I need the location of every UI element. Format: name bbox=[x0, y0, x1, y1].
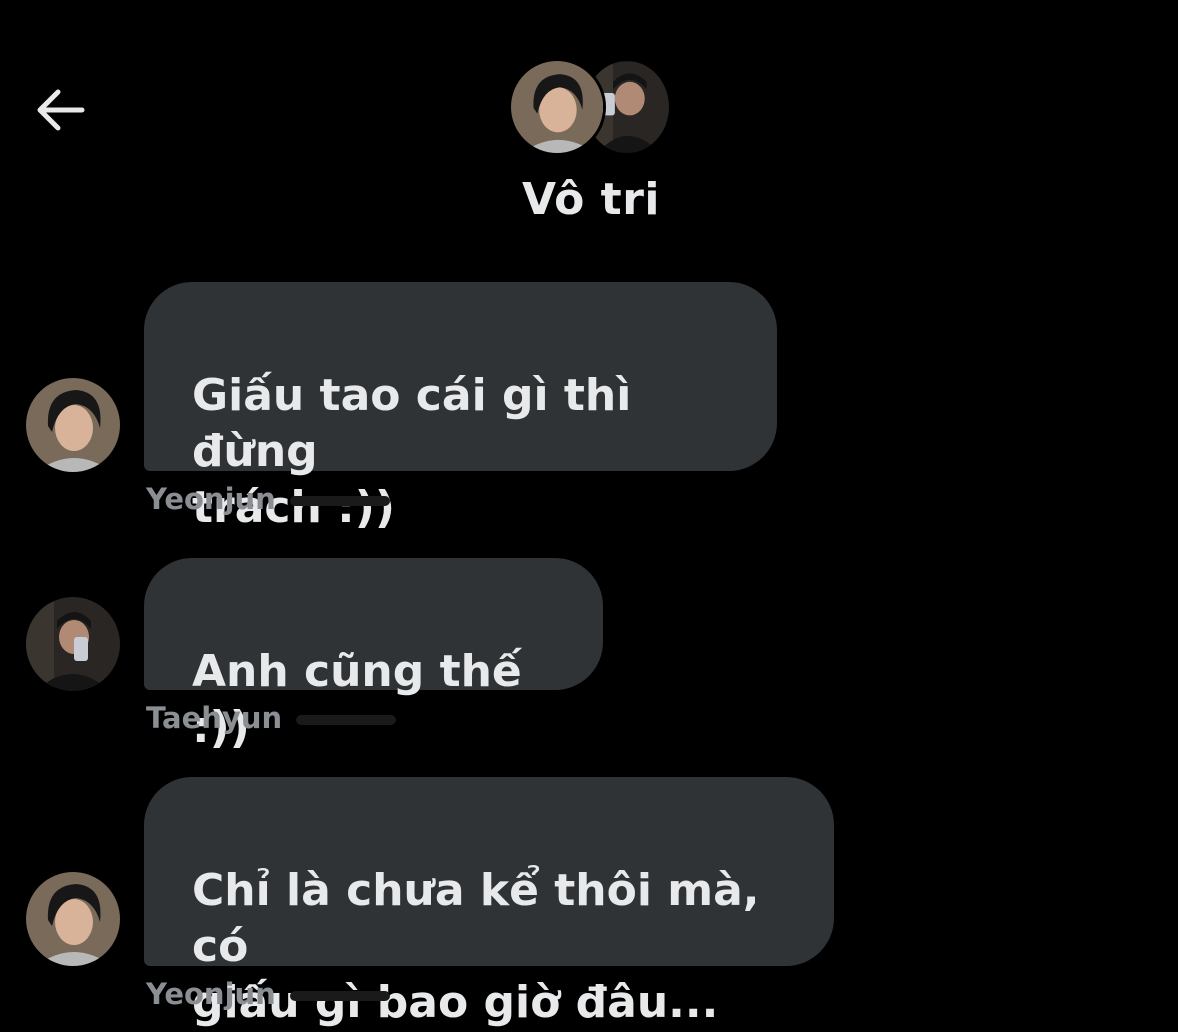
arrow-left-icon bbox=[37, 89, 85, 131]
timestamp-redacted bbox=[296, 715, 397, 725]
message-bubble[interactable]: Chỉ là chưa kể thôi mà, có giấu gì bao g… bbox=[144, 777, 834, 1028]
conversation-title: Vô tri bbox=[521, 174, 660, 225]
message-bubble[interactable]: Anh cũng thế :)) bbox=[144, 558, 603, 753]
message-text: Anh cũng thế :)) bbox=[192, 646, 522, 753]
sender-name: Yeonjun bbox=[146, 977, 390, 1011]
member-avatar-yeonjun bbox=[508, 58, 606, 156]
avatar[interactable] bbox=[26, 597, 120, 691]
avatar[interactable] bbox=[26, 872, 120, 966]
timestamp-redacted bbox=[289, 991, 390, 1001]
group-avatar[interactable] bbox=[508, 58, 672, 160]
avatar[interactable] bbox=[26, 378, 120, 472]
sender-name: Yeonjun bbox=[146, 482, 390, 516]
sender-name: Taehyun bbox=[146, 701, 397, 735]
message-bubble[interactable]: Giấu tao cái gì thì đừng trách :)) bbox=[144, 282, 777, 533]
timestamp-redacted bbox=[289, 496, 390, 506]
back-button[interactable] bbox=[28, 78, 92, 142]
